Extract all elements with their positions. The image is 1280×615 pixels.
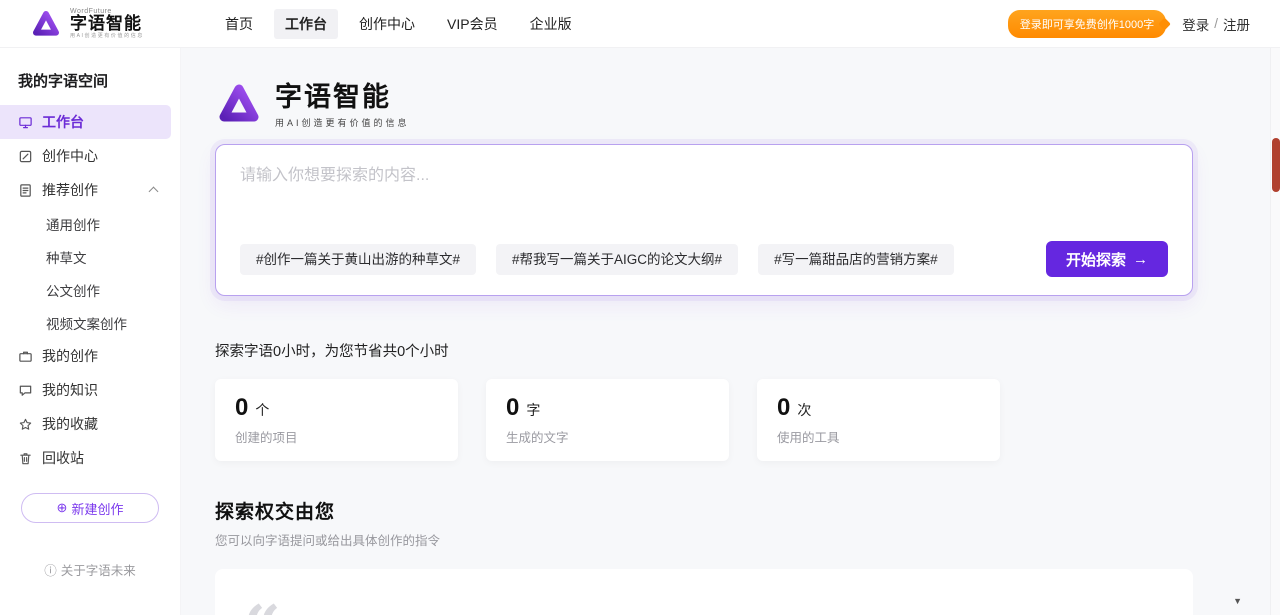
sidebar-item-label: 我的知识 <box>42 380 98 400</box>
stat-unit: 次 <box>797 400 811 420</box>
chevron-up-icon[interactable] <box>149 187 159 197</box>
start-explore-button[interactable]: 开始探索 → <box>1046 241 1168 277</box>
quote-icon: “ <box>243 597 327 615</box>
hero-text: 字语智能 用AI创造更有价值的信息 <box>275 80 410 129</box>
hero-brand: 字语智能 用AI创造更有价值的信息 <box>215 80 1280 132</box>
search-card: #创作一篇关于黄山出游的种草文# #帮我写一篇关于AIGC的论文大纲# #写一篇… <box>215 144 1193 296</box>
explore-section-subtitle: 您可以向字语提问或给出具体创作的指令 <box>215 530 1280 549</box>
sidebar-item-label: 推荐创作 <box>42 180 98 200</box>
sidebar-item-recommended[interactable]: 推荐创作 <box>0 173 171 207</box>
stat-value: 0 <box>506 394 519 422</box>
stat-card-tools: 0 次 使用的工具 <box>757 379 1000 461</box>
brand-logo[interactable]: WordFuture 字语智能 用AI创造更有价值的信息 <box>30 8 182 40</box>
stats-summary: 探索字语0小时，为您节省共0个小时 <box>215 340 1280 361</box>
page-scrollbar-thumb[interactable] <box>1272 138 1280 192</box>
stat-label: 使用的工具 <box>777 427 980 446</box>
nav-item-enterprise[interactable]: 企业版 <box>519 9 583 39</box>
hero-tagline: 用AI创造更有价值的信息 <box>275 116 410 129</box>
knowledge-icon <box>18 383 33 398</box>
sidebar-item-my-favorites[interactable]: 我的收藏 <box>0 407 171 441</box>
brand-text: WordFuture 字语智能 用AI创造更有价值的信息 <box>70 8 144 39</box>
top-nav-menu: 首页 工作台 创作中心 VIP会员 企业版 <box>214 9 583 39</box>
stat-unit: 个 <box>255 400 269 420</box>
stat-unit: 字 <box>526 400 540 420</box>
creation-center-icon <box>18 149 33 164</box>
new-creation-label: 新建创作 <box>71 499 123 518</box>
triangle-logo-icon <box>30 8 62 40</box>
brand-name: 字语智能 <box>70 15 144 33</box>
arrow-right-icon: → <box>1133 251 1148 268</box>
sidebar-item-label: 我的创作 <box>42 346 98 366</box>
suggestion-chip-huangshan[interactable]: #创作一篇关于黄山出游的种草文# <box>240 244 476 275</box>
hero-brand-name: 字语智能 <box>275 83 410 113</box>
sidebar-item-label: 我的收藏 <box>42 414 98 434</box>
sidebar-item-recycle-bin[interactable]: 回收站 <box>0 441 171 475</box>
favorites-icon <box>18 417 33 432</box>
sidebar-item-my-knowledge[interactable]: 我的知识 <box>0 373 171 407</box>
stat-label: 生成的文字 <box>506 427 709 446</box>
my-works-icon <box>18 349 33 364</box>
sidebar-title: 我的字语空间 <box>0 60 180 105</box>
stat-card-projects: 0 个 创建的项目 <box>215 379 458 461</box>
sidebar-item-creation-center[interactable]: 创作中心 <box>0 139 171 173</box>
new-creation-button[interactable]: ⊕ 新建创作 <box>21 493 159 523</box>
suggestion-chip-dessert-marketing[interactable]: #写一篇甜品店的营销方案# <box>758 244 954 275</box>
about-link[interactable]: ⓘ 关于字语未来 <box>0 560 180 579</box>
sidebar-subitem-seeding-article[interactable]: 种草文 <box>0 240 180 273</box>
stat-value: 0 <box>235 394 248 422</box>
nav-item-vip[interactable]: VIP会员 <box>436 9 509 39</box>
trash-icon <box>18 451 33 466</box>
workbench-icon <box>18 115 33 130</box>
sidebar-item-label: 工作台 <box>42 112 84 132</box>
nav-item-home[interactable]: 首页 <box>214 9 264 39</box>
suggestion-chip-aigc-outline[interactable]: #帮我写一篇关于AIGC的论文大纲# <box>496 244 738 275</box>
stat-cards-row: 0 个 创建的项目 0 字 生成的文字 0 次 使用的工具 <box>215 379 1280 461</box>
stat-value: 0 <box>777 394 790 422</box>
stat-label: 创建的项目 <box>235 427 438 446</box>
sidebar-subitem-general-creation[interactable]: 通用创作 <box>0 207 180 240</box>
sidebar-subitem-official-doc[interactable]: 公文创作 <box>0 273 180 306</box>
suggestion-chips-row: #创作一篇关于黄山出游的种草文# #帮我写一篇关于AIGC的论文大纲# #写一篇… <box>240 241 1168 277</box>
stat-card-words: 0 字 生成的文字 <box>486 379 729 461</box>
plus-circle-icon: ⊕ <box>57 500 68 516</box>
info-circle-icon: ⓘ <box>44 560 57 579</box>
nav-item-workbench[interactable]: 工作台 <box>274 9 338 39</box>
top-right-area: 登录即可享免费创作1000字 登录 / 注册 <box>1008 10 1250 38</box>
qa-example-card: “ 字语智能是什么? 嗯，帮我创作一篇北京出游攻略 <box>215 569 1193 615</box>
sidebar-item-label: 回收站 <box>42 448 84 468</box>
top-navbar: WordFuture 字语智能 用AI创造更有价值的信息 首页 工作台 创作中心… <box>0 0 1280 48</box>
recommend-icon <box>18 183 33 198</box>
login-link[interactable]: 登录 <box>1182 14 1209 34</box>
chevron-down-icon[interactable]: ▼ <box>1233 596 1242 606</box>
register-link[interactable]: 注册 <box>1223 14 1250 34</box>
search-input[interactable] <box>240 161 1168 241</box>
sidebar-subitem-video-copywriting[interactable]: 视频文案创作 <box>0 306 180 339</box>
login-register: 登录 / 注册 <box>1182 14 1250 34</box>
login-promo-button[interactable]: 登录即可享免费创作1000字 <box>1008 10 1166 38</box>
page-scrollbar-track[interactable] <box>1270 48 1280 615</box>
nav-item-creation-center[interactable]: 创作中心 <box>348 9 426 39</box>
sidebar: 我的字语空间 工作台 创作中心 推荐创作 通用创作 种草文 公文创作 视频文案创… <box>0 48 181 615</box>
brand-tagline-small: 用AI创造更有价值的信息 <box>70 34 144 39</box>
about-label: 关于字语未来 <box>61 560 136 579</box>
sidebar-item-my-works[interactable]: 我的创作 <box>0 339 171 373</box>
login-separator: / <box>1214 16 1218 31</box>
sidebar-item-workbench[interactable]: 工作台 <box>0 105 171 139</box>
triangle-logo-icon-large <box>215 80 263 128</box>
start-explore-label: 开始探索 <box>1066 249 1126 270</box>
explore-section-title: 探索权交由您 <box>215 497 1280 524</box>
main-content: 字语智能 用AI创造更有价值的信息 #创作一篇关于黄山出游的种草文# #帮我写一… <box>181 48 1280 615</box>
sidebar-item-label: 创作中心 <box>42 146 98 166</box>
